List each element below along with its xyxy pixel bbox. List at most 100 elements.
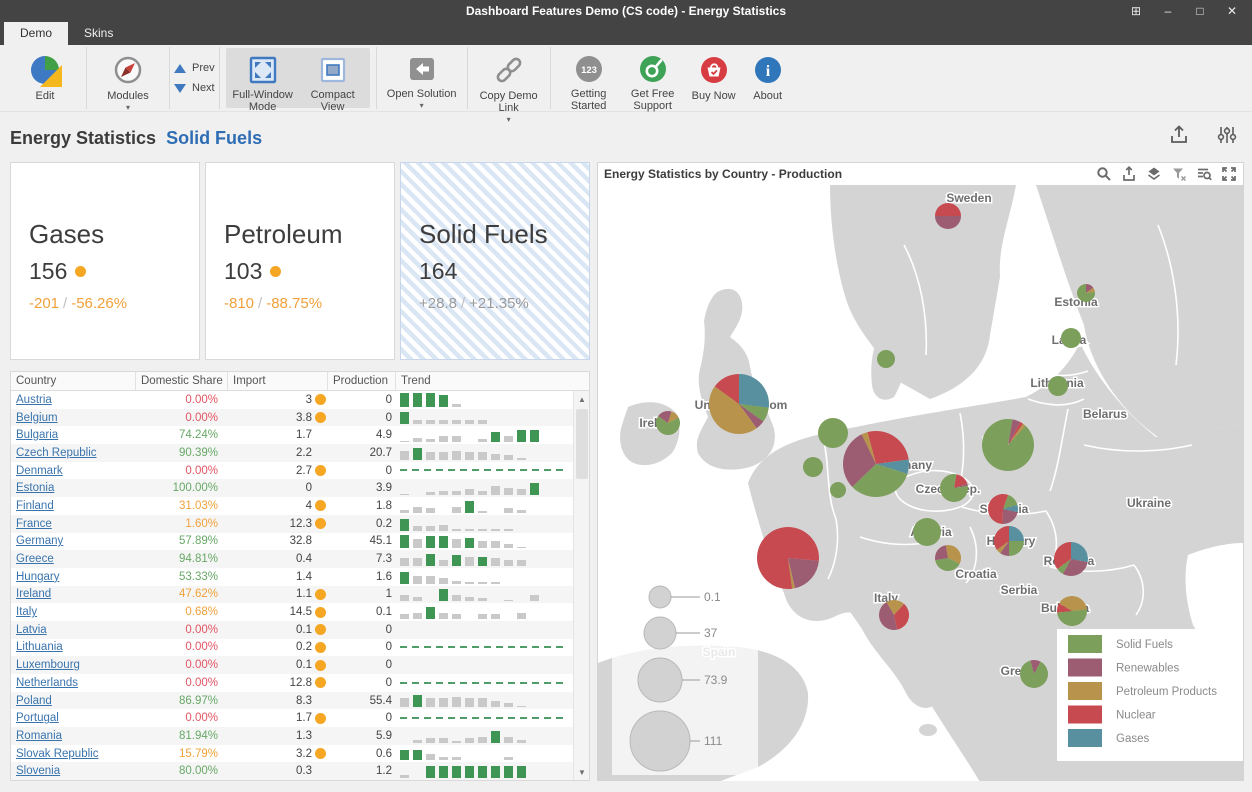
country-link[interactable]: France bbox=[16, 518, 52, 530]
parameters-icon[interactable] bbox=[1216, 124, 1238, 151]
prev-button[interactable]: Prev bbox=[174, 62, 215, 74]
map-pie-netherlands[interactable] bbox=[818, 418, 848, 448]
open-solution-icon bbox=[405, 53, 439, 85]
map-pie-germany[interactable] bbox=[843, 431, 909, 497]
map-pie-estonia[interactable] bbox=[1077, 284, 1095, 302]
country-link[interactable]: Germany bbox=[16, 535, 63, 547]
maximize-button[interactable]: □ bbox=[1186, 0, 1214, 22]
getting-started-button[interactable]: 123 Getting Started bbox=[557, 47, 621, 109]
country-link[interactable]: Finland bbox=[16, 500, 54, 512]
country-link[interactable]: Lithuania bbox=[16, 641, 63, 653]
map-pie-bulgaria[interactable] bbox=[1057, 596, 1087, 626]
scroll-thumb[interactable] bbox=[576, 409, 588, 479]
country-link[interactable]: Romania bbox=[16, 730, 62, 742]
buy-now-button[interactable]: Buy Now bbox=[685, 47, 743, 109]
close-button[interactable]: ✕ bbox=[1218, 0, 1246, 22]
map-pie-belgium[interactable] bbox=[803, 457, 823, 477]
inspect-data-icon[interactable] bbox=[1196, 166, 1212, 182]
grid-scrollbar[interactable]: ▲ ▼ bbox=[573, 391, 589, 780]
import-value: 12.3 bbox=[228, 518, 328, 530]
tab-skins[interactable]: Skins bbox=[68, 22, 129, 45]
card-delta: +28.8 bbox=[419, 295, 457, 312]
country-link[interactable]: Netherlands bbox=[16, 677, 78, 689]
copy-demo-link-button[interactable]: Copy Demo Link ▾ bbox=[474, 47, 544, 109]
country-link[interactable]: Slovak Republic bbox=[16, 748, 98, 760]
map-pie-italy[interactable] bbox=[879, 600, 909, 630]
map-pie-slovakia[interactable] bbox=[988, 494, 1018, 524]
domestic-share-value: 0.00% bbox=[136, 712, 228, 724]
country-link[interactable]: Estonia bbox=[16, 482, 54, 494]
map-pie-ireland[interactable] bbox=[656, 411, 680, 435]
map-pie-united-kingdom[interactable] bbox=[709, 374, 769, 434]
map-pie-greece[interactable] bbox=[1020, 660, 1048, 688]
edit-button[interactable]: Edit bbox=[10, 47, 80, 109]
map-pie-sweden[interactable] bbox=[935, 203, 961, 229]
export-icon[interactable] bbox=[1168, 124, 1190, 151]
trend-sparkline bbox=[396, 709, 574, 727]
card-petroleum[interactable]: Petroleum 103 -810/-88.75% bbox=[205, 162, 395, 360]
map-pie-czech-rep-[interactable] bbox=[940, 474, 968, 502]
country-link[interactable]: Slovenia bbox=[16, 765, 60, 777]
column-header-country[interactable]: Country bbox=[11, 372, 136, 390]
map-pie-latvia[interactable] bbox=[1061, 328, 1081, 348]
dashboard-subtitle[interactable]: Solid Fuels bbox=[166, 128, 262, 149]
full-window-mode-button[interactable]: Full-Window Mode bbox=[228, 48, 298, 108]
card-solid-fuels[interactable]: Solid Fuels 164 +28.8/+21.35% bbox=[400, 162, 590, 360]
domestic-share-value: 80.00% bbox=[136, 765, 228, 777]
clear-filter-icon[interactable] bbox=[1171, 166, 1187, 182]
country-link[interactable]: Poland bbox=[16, 695, 52, 707]
country-grid: Country Domestic Share Import Production… bbox=[10, 371, 590, 781]
export-icon[interactable] bbox=[1121, 166, 1137, 182]
country-link[interactable]: Hungary bbox=[16, 571, 59, 583]
country-link[interactable]: Belgium bbox=[16, 412, 58, 424]
tab-demo[interactable]: Demo bbox=[4, 22, 68, 45]
compact-view-button[interactable]: Compact View bbox=[298, 48, 368, 108]
import-status-dot bbox=[315, 624, 326, 635]
about-button[interactable]: i About bbox=[743, 47, 793, 109]
trend-sparkline bbox=[396, 444, 574, 462]
minimize-button[interactable]: – bbox=[1154, 0, 1182, 22]
ribbon-options-icon[interactable]: ⊞ bbox=[1122, 0, 1150, 22]
production-value: 0.6 bbox=[328, 748, 396, 760]
zoom-icon[interactable] bbox=[1096, 166, 1112, 182]
column-header-domestic-share[interactable]: Domestic Share bbox=[136, 372, 228, 390]
table-row: Austria0.00%30 bbox=[11, 391, 589, 409]
map-pie-france[interactable] bbox=[757, 527, 819, 589]
country-link[interactable]: Luxembourg bbox=[16, 659, 80, 671]
domestic-share-value: 0.00% bbox=[136, 412, 228, 424]
scroll-up-icon[interactable]: ▲ bbox=[574, 391, 589, 407]
production-value: 0.2 bbox=[328, 518, 396, 530]
country-link[interactable]: Portugal bbox=[16, 712, 59, 724]
column-header-trend[interactable]: Trend bbox=[396, 372, 574, 390]
map-pie-denmark[interactable] bbox=[877, 350, 895, 368]
map-pie-slovenia[interactable] bbox=[935, 545, 961, 571]
column-header-import[interactable]: Import bbox=[228, 372, 328, 390]
card-gases[interactable]: Gases 156 -201/-56.26% bbox=[10, 162, 200, 360]
import-value: 2.2 bbox=[228, 447, 328, 459]
country-link[interactable]: Czech Republic bbox=[16, 447, 97, 459]
open-solution-button[interactable]: Open Solution ▾ bbox=[383, 47, 461, 109]
legend-label: Petroleum Products bbox=[1116, 686, 1217, 698]
get-free-support-button[interactable]: Get Free Support bbox=[621, 47, 685, 109]
trend-sparkline bbox=[396, 674, 574, 692]
country-link[interactable]: Bulgaria bbox=[16, 429, 58, 441]
country-link[interactable]: Latvia bbox=[16, 624, 47, 636]
europe-map[interactable]: SwedenEstoniaLatviaLithuaniaBelarusIrela… bbox=[598, 185, 1243, 781]
map-pie-romania[interactable] bbox=[1054, 542, 1088, 576]
country-link[interactable]: Austria bbox=[16, 394, 52, 406]
country-link[interactable]: Ireland bbox=[16, 588, 51, 600]
map-pie-hungary[interactable] bbox=[994, 526, 1024, 556]
next-button[interactable]: Next bbox=[174, 82, 215, 94]
layers-icon[interactable] bbox=[1146, 166, 1162, 182]
map-pie-austria[interactable] bbox=[913, 518, 941, 546]
modules-button[interactable]: Modules ▾ bbox=[93, 47, 163, 109]
country-link[interactable]: Greece bbox=[16, 553, 54, 565]
maximize-icon[interactable] bbox=[1221, 166, 1237, 182]
scroll-down-icon[interactable]: ▼ bbox=[574, 764, 589, 780]
column-header-production[interactable]: Production bbox=[328, 372, 396, 390]
map-pie-lithuania[interactable] bbox=[1048, 376, 1068, 396]
map-pie-luxembourg[interactable] bbox=[830, 482, 846, 498]
country-link[interactable]: Denmark bbox=[16, 465, 63, 477]
map-pie-poland[interactable] bbox=[982, 419, 1034, 471]
country-link[interactable]: Italy bbox=[16, 606, 37, 618]
